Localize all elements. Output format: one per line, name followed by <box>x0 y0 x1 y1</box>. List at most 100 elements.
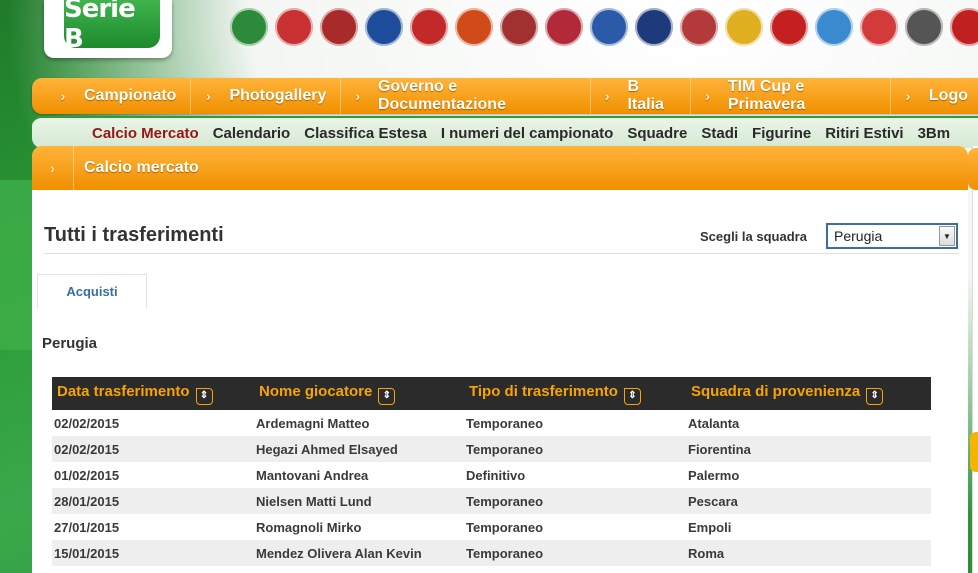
cell-player: Hegazi Ahmed Elsayed <box>256 441 398 457</box>
transfers-table: Data trasferimento ⇕ Nome giocatore ⇕ Tipo… <box>52 377 931 566</box>
cell-type: Temporaneo <box>466 493 544 509</box>
nav-item-label: Photogallery <box>229 87 327 104</box>
nav-item-photogallery[interactable]: › Photogallery <box>191 78 342 114</box>
subnav-item-ritiri[interactable]: Ritiri Estivi <box>825 125 903 142</box>
sort-icon[interactable]: ⇕ <box>623 387 641 405</box>
team-select-label: Scegli la squadra <box>700 229 807 244</box>
bologna-crest[interactable] <box>320 8 358 46</box>
chevron-right-icon: › <box>705 88 710 104</box>
section-header: › Calcio mercato <box>32 146 968 190</box>
avellino-crest[interactable] <box>230 8 268 46</box>
nav-item-label: Logo <box>928 87 968 104</box>
nav-item-label: TIM Cup e Primavera <box>727 78 806 113</box>
cell-type: Temporaneo <box>466 545 544 561</box>
subnav-item-squadre[interactable]: Squadre <box>627 125 687 142</box>
nav-item-label: Governo e Documentazione <box>377 78 506 113</box>
cell-date: 15/01/2015 <box>54 545 120 561</box>
logo-text: Serie B <box>64 0 160 54</box>
subnav-item-calendario[interactable]: Calendario <box>213 125 291 142</box>
right-sidebar-edge <box>972 146 978 573</box>
pescara-crest[interactable] <box>815 8 853 46</box>
nav-item-logo[interactable]: › Logo <box>891 78 978 114</box>
frosinone-crest[interactable] <box>635 8 673 46</box>
bari-crest[interactable] <box>275 8 313 46</box>
cell-player: Ardemagni Matteo <box>256 415 370 431</box>
table-header-row: Data trasferimento ⇕ Nome giocatore ⇕ Tipo… <box>52 377 931 410</box>
cell-date: 01/02/2015 <box>54 467 120 483</box>
brescia-crest[interactable] <box>365 8 403 46</box>
carpi-crest[interactable] <box>410 8 448 46</box>
cell-origin: Fiorentina <box>688 441 751 457</box>
cell-player: Mantovani Andrea <box>256 467 369 483</box>
right-sidebar-tab <box>968 148 978 190</box>
sort-icon[interactable]: ⇕ <box>195 387 213 405</box>
cell-origin: Pescara <box>688 493 738 509</box>
pro-vercelli-crest[interactable] <box>860 8 898 46</box>
nav-item-b-italia[interactable]: › B Italia <box>591 78 692 114</box>
cell-origin: Roma <box>688 545 725 561</box>
team-select[interactable]: Perugia ▼ <box>826 223 958 249</box>
cell-player: Mendez Olivera Alan Kevin <box>256 545 422 561</box>
cell-origin: Palermo <box>688 467 740 483</box>
team-name-heading: Perugia <box>42 335 98 352</box>
chevron-right-icon: › <box>32 146 74 190</box>
column-header-type[interactable]: Tipo di trasferimento ⇕ <box>464 377 686 410</box>
table-row: 15/01/2015 Mendez Olivera Alan Kevin Tem… <box>52 540 931 566</box>
nav-item-label: B Italia <box>627 78 664 113</box>
cell-type: Definitivo <box>466 467 526 483</box>
sort-icon[interactable]: ⇕ <box>866 387 884 405</box>
spezia-crest[interactable] <box>905 8 943 46</box>
chevron-right-icon: › <box>604 88 610 104</box>
nav-item-campionato[interactable]: › Campionato <box>32 78 192 114</box>
cell-date: 02/02/2015 <box>54 441 120 457</box>
latina-crest[interactable] <box>680 8 718 46</box>
chevron-right-icon: › <box>905 88 911 104</box>
subnav-item-classifica[interactable]: Classifica Estesa <box>304 125 427 142</box>
modena-crest[interactable] <box>725 8 763 46</box>
table-row: 28/01/2015 Nielsen Matti Lund Temporaneo… <box>52 488 931 514</box>
subnav-item-3bm[interactable]: 3Bm <box>918 125 951 142</box>
catania-crest[interactable] <box>455 8 493 46</box>
right-sidebar-marker <box>970 432 978 472</box>
column-header-origin[interactable]: Squadra di provenienza ⇕ <box>686 377 931 410</box>
cell-origin: Atalanta <box>688 415 740 431</box>
perugia-crest[interactable] <box>770 8 808 46</box>
page-title: Tutti i trasferimenti <box>44 224 224 246</box>
chevron-right-icon: › <box>206 88 211 104</box>
team-crests-bar <box>230 4 978 50</box>
tab-acquisti[interactable]: Acquisti <box>37 274 147 308</box>
cell-date: 02/02/2015 <box>54 415 120 431</box>
table-row: 02/02/2015 Ardemagni Matteo Temporaneo A… <box>52 410 931 436</box>
header-label: Nome giocatore <box>259 382 373 400</box>
entella-crest[interactable] <box>590 8 628 46</box>
table-row: 02/02/2015 Hegazi Ahmed Elsayed Temporan… <box>52 436 931 462</box>
subnav-item-calcio-mercato[interactable]: Calcio Mercato <box>92 125 199 142</box>
section-title: Calcio mercato <box>84 159 199 176</box>
column-header-date[interactable]: Data trasferimento ⇕ <box>52 377 254 410</box>
subnav-item-stadi[interactable]: Stadi <box>701 125 738 142</box>
subnav-item-numeri[interactable]: I numeri del campionato <box>441 125 614 142</box>
table-row: 01/02/2015 Mantovani Andrea Definitivo P… <box>52 462 931 488</box>
ternana-crest[interactable] <box>950 8 978 46</box>
table-row: 27/01/2015 Romagnoli Mirko Temporaneo Em… <box>52 514 931 540</box>
cell-date: 27/01/2015 <box>54 519 120 535</box>
nav-item-tim-cup[interactable]: › TIM Cup e Primavera <box>691 78 891 114</box>
chevron-right-icon: › <box>355 88 360 104</box>
crotone-crest[interactable] <box>545 8 583 46</box>
content-panel: Tutti i trasferimenti Scegli la squadra … <box>32 190 968 573</box>
cittadella-crest[interactable] <box>500 8 538 46</box>
serie-b-logo[interactable]: Serie B <box>44 0 172 58</box>
cell-date: 28/01/2015 <box>54 493 120 509</box>
subnav-item-figurine[interactable]: Figurine <box>752 125 811 142</box>
title-row: Tutti i trasferimenti Scegli la squadra … <box>44 222 959 254</box>
sub-navigation: Calcio Mercato Calendario Classifica Est… <box>32 116 978 148</box>
header-label: Data trasferimento <box>57 382 190 400</box>
column-header-player[interactable]: Nome giocatore ⇕ <box>254 377 464 410</box>
chevron-right-icon: › <box>60 88 66 104</box>
nav-item-governo[interactable]: › Governo e Documentazione <box>341 78 592 114</box>
cell-origin: Empoli <box>688 519 732 535</box>
dropdown-arrow-icon[interactable]: ▼ <box>939 226 955 246</box>
cell-type: Temporaneo <box>466 441 544 457</box>
header-label: Squadra di provenienza <box>691 382 861 400</box>
sort-icon[interactable]: ⇕ <box>378 387 396 405</box>
